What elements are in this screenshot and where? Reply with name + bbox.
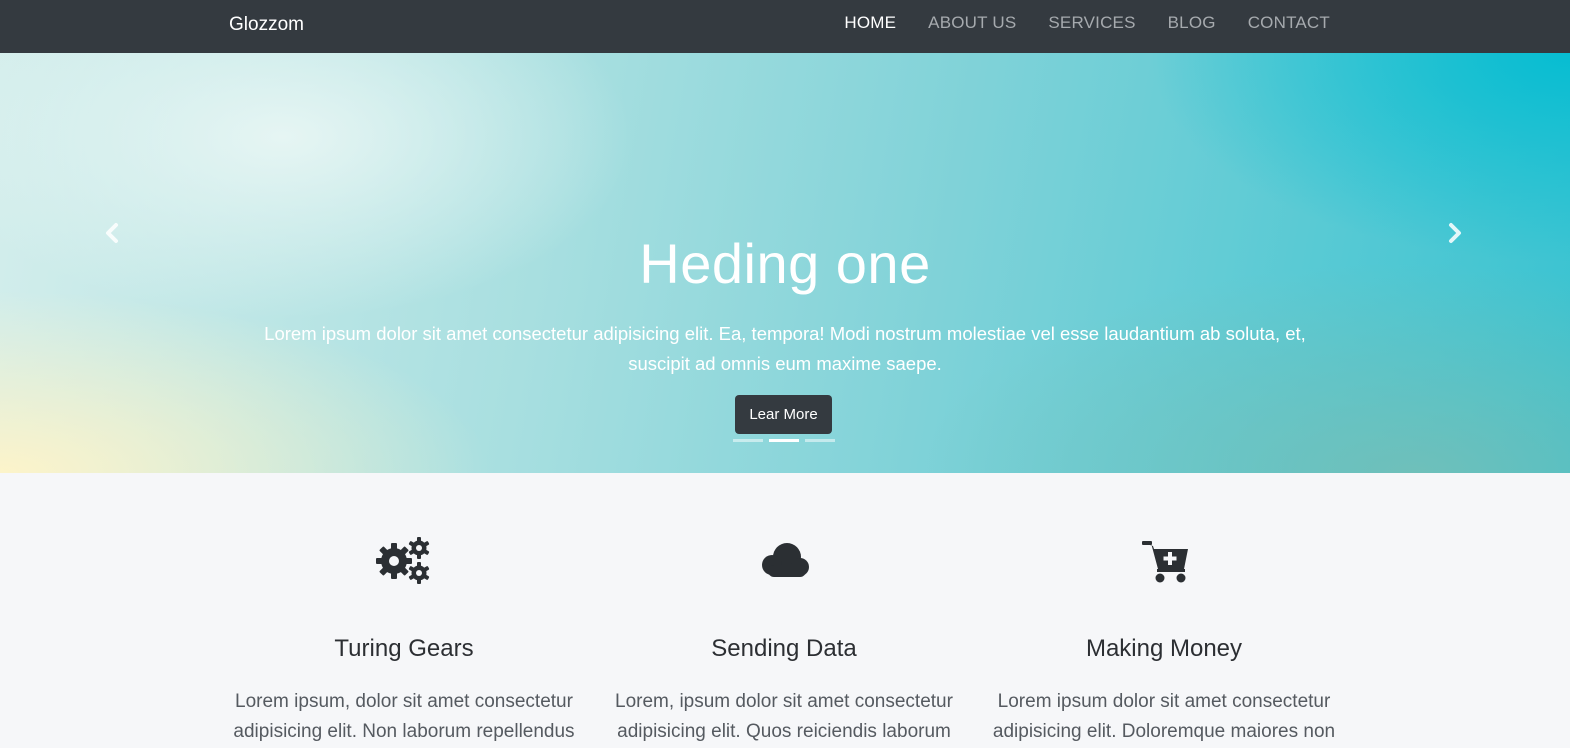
hero-heading: Heding one	[639, 232, 931, 295]
gears-icon	[376, 537, 430, 584]
feature-text: Lorem ipsum dolor sit amet consectetur a…	[992, 691, 1336, 742]
feature-title: Making Money	[1085, 635, 1243, 662]
navbar: Glozzom HOME ABOUT US SERVICES BLOG CONT…	[0, 0, 1570, 53]
nav-links: HOME ABOUT US SERVICES BLOG CONTACT	[812, 13, 1330, 33]
carousel-indicator-1[interactable]	[733, 439, 763, 442]
feature-title: Sending Data	[711, 635, 857, 662]
carousel-indicator-3[interactable]	[805, 439, 835, 442]
carousel-indicator-2[interactable]	[769, 439, 799, 442]
carousel-indicators	[733, 439, 841, 442]
cloud-icon	[762, 543, 809, 577]
learn-more-button[interactable]: Lear More	[735, 395, 832, 434]
features-section: Turing Gears Lorem ipsum, dolor sit amet…	[0, 473, 1570, 748]
hero-text: Lorem ipsum dolor sit amet consectetur a…	[264, 323, 1306, 374]
feature-text: Lorem, ipsum dolor sit amet consectetur …	[615, 691, 953, 742]
brand-logo[interactable]: Glozzom	[229, 14, 304, 36]
nav-link-home[interactable]: HOME	[844, 13, 896, 33]
nav-link-about-us[interactable]: ABOUT US	[928, 13, 1016, 33]
nav-link-services[interactable]: SERVICES	[1048, 13, 1135, 33]
nav-link-blog[interactable]: BLOG	[1168, 13, 1216, 33]
hero-carousel: Heding one Lorem ipsum dolor sit amet co…	[0, 53, 1570, 473]
nav-link-contact[interactable]: CONTACT	[1248, 13, 1330, 33]
cart-plus-icon	[1142, 541, 1188, 583]
feature-text: Lorem ipsum, dolor sit amet consectetur …	[233, 691, 575, 742]
feature-title: Turing Gears	[334, 635, 474, 662]
